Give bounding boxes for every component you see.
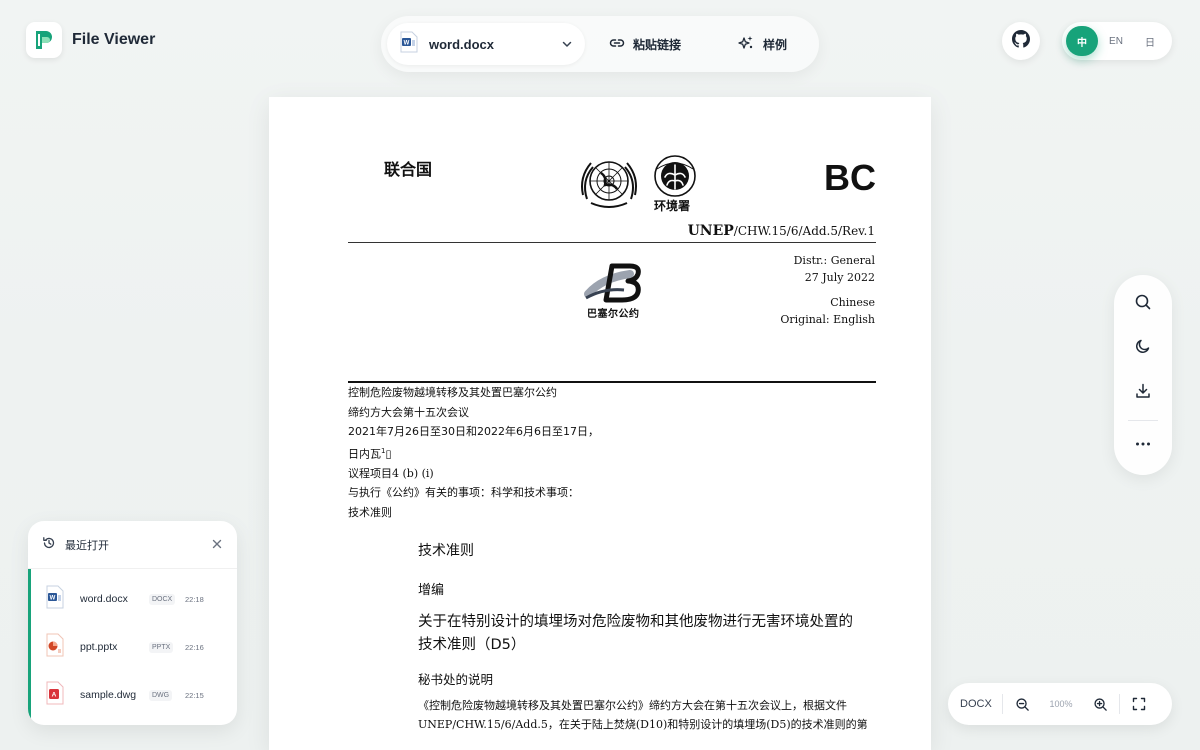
recent-files-panel: 最近打开 W word.docx DOCX 22:18 ppt.pptx PPT… (28, 521, 237, 725)
document-symbol: UNEP/CHW.15/6/Add.5/Rev.1 (688, 223, 875, 239)
meta-meeting: 缔约方大会第十五次会议 (348, 405, 469, 419)
sample-button[interactable]: 样例 (727, 23, 797, 65)
recent-item-dwg[interactable]: A sample.dwg DWG 22:15 (45, 680, 225, 710)
moon-icon (1134, 337, 1152, 359)
distribution-info: Distr.: General 27 July 2022 Chinese Ori… (780, 252, 875, 328)
paste-link-label: 粘贴链接 (633, 37, 682, 52)
doc-main-title: 关于在特别设计的填埋场对危险废物和其他废物进行无害环境处置的技术准则（D5） (418, 614, 853, 653)
recent-item-time: 22:18 (185, 594, 204, 604)
zoom-divider (1119, 694, 1120, 714)
recent-item-ppt[interactable]: ppt.pptx PPTX 22:16 (45, 632, 225, 662)
document-code: BC (824, 157, 876, 198)
recent-item-type: DWG (149, 689, 173, 701)
sample-label: 样例 (763, 37, 788, 52)
zoom-in-icon (1093, 697, 1107, 711)
lang-ja-option[interactable]: 日 (1134, 26, 1166, 56)
doc-title: 技术准则 (418, 543, 474, 559)
recent-item-name: word.docx (80, 593, 128, 605)
symbol-prefix: UNEP (687, 223, 734, 239)
un-emblem-icon (577, 155, 641, 215)
side-panel-divider (1128, 420, 1158, 421)
zoom-divider (1002, 694, 1003, 714)
sparkles-icon (737, 34, 755, 55)
recent-files-title: 最近打开 (65, 538, 109, 552)
recent-files-list: W word.docx DOCX 22:18 ppt.pptx PPTX 22:… (28, 569, 237, 725)
word-file-icon: W (45, 585, 65, 613)
zoom-out-button[interactable] (1011, 693, 1033, 715)
document-page: 联合国 环境署 BC UNEP/CHW.15/6/Add.5/Rev.1 Dis… (269, 97, 931, 750)
basel-name: 巴塞尔公约 (587, 309, 640, 320)
distr-line: Distr.: General (793, 254, 875, 267)
meta-agenda: 议程项目4 (b) (i) (348, 466, 434, 480)
history-icon (42, 535, 56, 554)
link-icon (609, 35, 625, 54)
meta-guidelines: 技术准则 (348, 505, 392, 519)
recent-item-name: sample.dwg (80, 689, 137, 701)
meta-dates: 2021年7月26日至30日和2022年6月6日至17日，日内瓦1▯ (348, 422, 608, 464)
doc-subtitle: 增编 (418, 583, 445, 598)
download-icon (1134, 382, 1152, 404)
search-button[interactable] (1131, 292, 1155, 316)
github-icon (1012, 30, 1030, 52)
zoom-in-button[interactable] (1089, 693, 1111, 715)
symbol-rest: /CHW.15/6/Add.5/Rev.1 (733, 224, 875, 238)
svg-text:A: A (52, 692, 57, 699)
meta-dates-mark: ▯ (385, 447, 392, 461)
doc-note-title: 秘书处的说明 (418, 672, 494, 687)
svg-text:W: W (50, 596, 56, 602)
recent-item-name: ppt.pptx (80, 641, 118, 653)
close-icon[interactable] (211, 535, 223, 554)
github-button[interactable] (1002, 22, 1040, 60)
language-line: Chinese (830, 296, 875, 309)
basel-logo-icon (584, 262, 648, 310)
recent-files-header: 最近打开 (28, 521, 237, 569)
doc-body-paragraph: 《控制危险废物越境转移及其处置巴塞尔公约》缔约方大会在第十五次会议上，根据文件U… (418, 699, 868, 731)
un-org-name: 联合国 (384, 160, 433, 179)
document-meta: 控制危险废物越境转移及其处置巴塞尔公约 缔约方大会第十五次会议 2021年7月2… (348, 383, 608, 522)
fullscreen-button[interactable] (1128, 693, 1150, 715)
file-format-label: DOCX (960, 698, 992, 710)
recent-item-time: 22:16 (185, 642, 204, 652)
file-select-value: word.docx (429, 36, 495, 52)
side-action-panel (1114, 275, 1172, 475)
recent-item-type: PPTX (149, 641, 174, 653)
paste-link-button[interactable]: 粘贴链接 (599, 23, 691, 65)
ppt-file-icon (45, 633, 65, 661)
recent-item-time: 22:15 (185, 690, 204, 700)
app-logo-icon (26, 22, 62, 58)
chevron-down-icon (561, 35, 573, 54)
svg-text:W: W (404, 41, 410, 47)
zoom-bar: DOCX 100% (948, 683, 1172, 725)
language-switcher: 中 EN 日 (1062, 22, 1172, 60)
more-dots-icon (1134, 435, 1152, 457)
lang-en-option[interactable]: EN (1100, 26, 1132, 56)
search-icon (1134, 293, 1152, 315)
meta-convention: 控制危险废物越境转移及其处置巴塞尔公约 (348, 386, 557, 399)
top-toolbar: W word.docx 粘贴链接 样例 (381, 16, 819, 72)
original-line: Original: English (780, 313, 875, 326)
app-brand: File Viewer (26, 22, 155, 58)
zoom-level: 100% (1049, 699, 1073, 709)
word-file-icon: W (399, 31, 419, 57)
dark-mode-button[interactable] (1131, 336, 1155, 360)
unep-name: 环境署 (654, 199, 691, 213)
dwg-file-icon: A (45, 681, 65, 709)
recent-item-type: DOCX (149, 593, 176, 605)
more-button[interactable] (1131, 434, 1155, 458)
app-name: File Viewer (72, 31, 156, 48)
meta-matters: 与执行《公约》有关的事项：科学和技术事项： (348, 486, 579, 500)
download-button[interactable] (1131, 381, 1155, 405)
lang-zh-option[interactable]: 中 (1066, 26, 1098, 56)
file-select[interactable]: W word.docx (387, 23, 585, 65)
recent-item-word[interactable]: W word.docx DOCX 22:18 (45, 584, 225, 614)
fullscreen-icon (1132, 697, 1146, 711)
date-line: 27 July 2022 (804, 271, 875, 284)
zoom-out-icon (1015, 697, 1029, 711)
unep-emblem-icon (651, 155, 699, 201)
header-rule (348, 242, 876, 243)
